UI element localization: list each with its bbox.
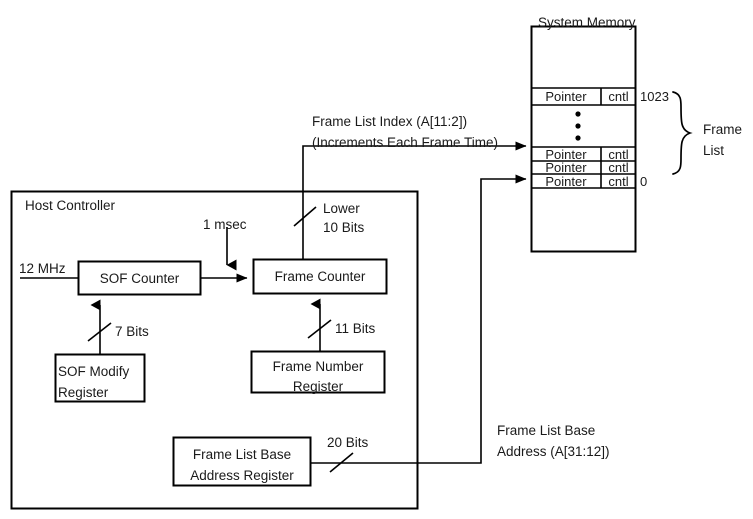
frame-list-base-address-register-label-line1: Frame List Base bbox=[192, 447, 292, 462]
base-address-width-label: 20 Bits bbox=[327, 435, 369, 450]
frame-list-base-address-annotation-line1: Frame List Base bbox=[497, 423, 596, 438]
memory-row-cntl: cntl bbox=[608, 89, 629, 104]
sof-modify-register-label-line1: SOF Modify bbox=[58, 364, 130, 379]
frame-list-brace-label-line2: List bbox=[703, 143, 725, 158]
frame-counter-tap-label-line2: 10 Bits bbox=[323, 220, 365, 235]
frame-number-wire bbox=[307, 298, 332, 351]
sof-counter-label: SOF Counter bbox=[99, 271, 180, 286]
memory-row-pointer: Pointer bbox=[545, 174, 587, 189]
sof-modify-register-label-line2: Register bbox=[58, 385, 109, 400]
sof-modify-width-label: 7 Bits bbox=[115, 324, 149, 339]
clock-input-label: 12 MHz bbox=[19, 261, 66, 276]
sof-modify-wire bbox=[87, 299, 112, 354]
frame-counter-tap-label-line1: Lower bbox=[323, 201, 360, 216]
frame-number-register-label-line1: Frame Number bbox=[272, 359, 364, 374]
system-memory-block bbox=[530, 25, 637, 253]
one-msec-label: 1 msec bbox=[203, 217, 247, 232]
memory-row-index: 0 bbox=[640, 174, 648, 189]
frame-number-register-label-line2: Register bbox=[292, 379, 344, 394]
frame-list-index-annotation-line2: (Increments Each Frame Time) bbox=[312, 135, 499, 150]
diagram-canvas: Host Controller 12 MHz 1 msec Lower 10 B… bbox=[0, 0, 753, 519]
frame-list-base-address-register-label-line2: Address Register bbox=[190, 468, 294, 483]
memory-row-pointer: Pointer bbox=[545, 89, 587, 104]
frame-list-index-annotation-line1: Frame List Index (A[11:2]) bbox=[312, 114, 468, 129]
frame-list-base-address-annotation-line2: Address (A[31:12]) bbox=[497, 444, 610, 459]
frame-counter-label: Frame Counter bbox=[274, 269, 366, 284]
memory-row-cntl: cntl bbox=[608, 174, 629, 189]
frame-list-brace bbox=[672, 91, 693, 175]
frame-number-width-label: 11 Bits bbox=[335, 321, 376, 336]
host-controller-label: Host Controller bbox=[25, 198, 116, 213]
memory-row-pointer: Pointer bbox=[545, 160, 587, 175]
frame-list-brace-label-line1: Frame bbox=[703, 122, 743, 137]
memory-row-index: 1023 bbox=[640, 89, 669, 104]
system-memory-title: System Memory bbox=[538, 15, 636, 30]
diagram-vector-layer bbox=[10, 25, 693, 510]
memory-row-cntl: cntl bbox=[608, 160, 629, 175]
